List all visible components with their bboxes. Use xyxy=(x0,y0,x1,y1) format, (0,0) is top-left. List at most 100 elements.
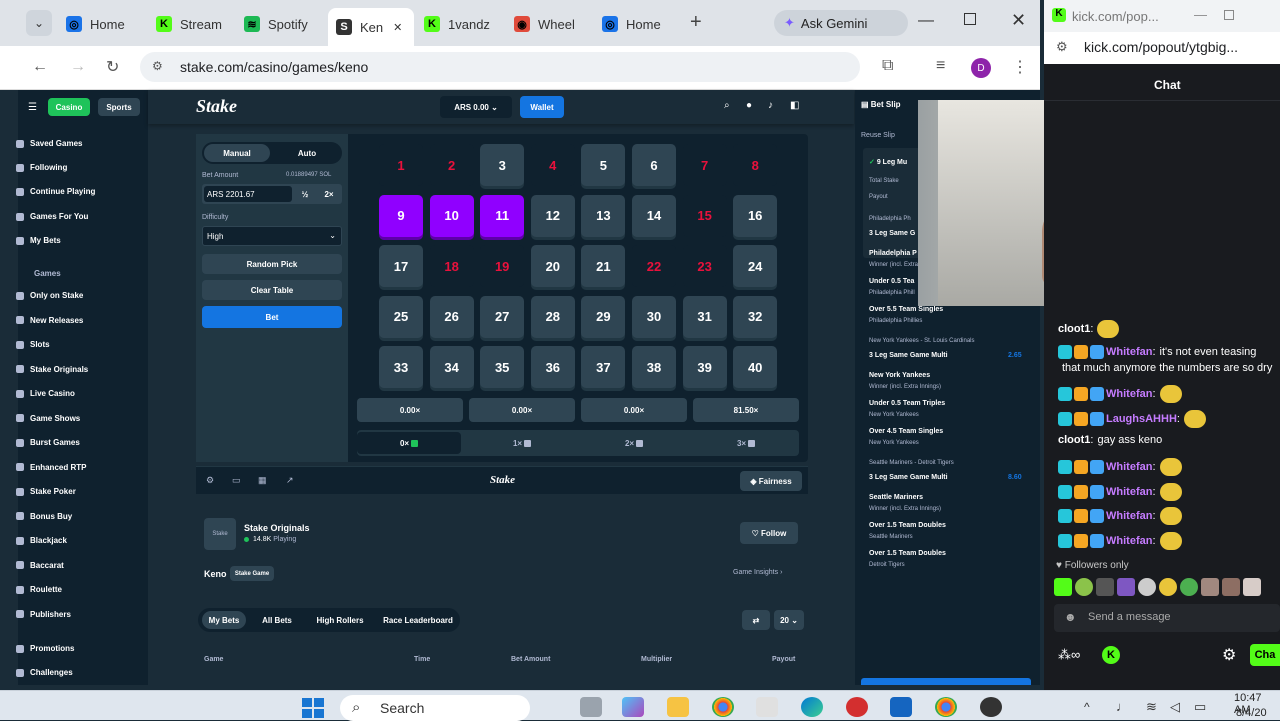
extensions-icon[interactable]: ⧉ xyxy=(882,57,893,75)
hamburger-icon[interactable]: ☰ xyxy=(28,102,37,113)
chat-settings-icon[interactable]: ⚙ xyxy=(1222,645,1236,665)
browser-tab[interactable]: ◎ Home xyxy=(596,10,680,38)
keno-cell[interactable]: 17 xyxy=(379,245,423,287)
difficulty-select[interactable]: High ⌄ xyxy=(202,226,342,246)
sidebar-item-publishers[interactable]: Publishers xyxy=(16,610,71,619)
sidebar-item-enhanced-rtp[interactable]: Enhanced RTP xyxy=(16,463,86,472)
url-field[interactable]: ⚙ stake.com/casino/games/keno xyxy=(140,52,860,82)
battery-icon[interactable]: ▭ xyxy=(1194,699,1206,715)
wallet-button[interactable]: Wallet xyxy=(520,96,564,118)
settings-icon[interactable]: ⚙ xyxy=(206,475,214,486)
keno-cell[interactable]: 37 xyxy=(581,346,626,388)
kick-site-icon[interactable]: ⚙ xyxy=(1056,39,1068,55)
popout-icon[interactable]: ↗ xyxy=(286,475,294,486)
keno-cell[interactable]: 29 xyxy=(581,295,626,338)
clear-table-button[interactable]: Clear Table xyxy=(202,280,342,300)
obs-icon[interactable] xyxy=(846,697,868,717)
keno-cell[interactable]: 6 xyxy=(632,144,676,186)
keno-cell[interactable]: 8 xyxy=(733,144,778,186)
stats-icon[interactable]: ▦ xyxy=(258,475,267,486)
close-window-button[interactable]: ✕ xyxy=(1011,10,1026,31)
theatre-icon[interactable]: ▭ xyxy=(232,475,241,486)
auto-tab[interactable]: Auto xyxy=(274,144,340,162)
bets-count-select[interactable]: 20 ⌄ xyxy=(774,610,804,630)
keno-cell[interactable]: 18 xyxy=(429,245,474,287)
keno-cell[interactable]: 32 xyxy=(733,295,778,338)
sidebar-item-continue-playing[interactable]: Continue Playing xyxy=(16,187,95,196)
sidebar-item-stake-poker[interactable]: Stake Poker xyxy=(16,487,76,496)
keno-cell[interactable]: 30 xyxy=(632,295,676,338)
media-icon[interactable]: ≡ xyxy=(936,57,945,75)
keno-cell[interactable]: 22 xyxy=(632,245,676,287)
sidebar-item-stake-originals[interactable]: Stake Originals xyxy=(16,365,88,374)
search-icon[interactable]: ⌕ xyxy=(724,100,730,111)
keno-cell[interactable]: 28 xyxy=(530,295,575,338)
bet-amount-input[interactable]: ARS 2201.67 xyxy=(204,186,292,202)
photos-icon[interactable] xyxy=(890,697,912,717)
kick-minimize-button[interactable]: — xyxy=(1194,7,1207,22)
tab-search-button[interactable]: ⌄ xyxy=(26,10,52,36)
new-tab-button[interactable]: + xyxy=(690,11,702,34)
sidebar-item-challenges[interactable]: Challenges xyxy=(16,668,73,677)
chat-username[interactable]: LaughsAHHH xyxy=(1106,413,1177,425)
sidebar-item-following[interactable]: Following xyxy=(16,163,67,172)
keno-cell[interactable]: 19 xyxy=(480,245,525,287)
keno-cell[interactable]: 13 xyxy=(581,194,626,237)
back-icon[interactable]: ← xyxy=(32,58,48,76)
chat-message-input[interactable]: Send a message xyxy=(1054,604,1280,632)
manual-tab[interactable]: Manual xyxy=(204,144,270,162)
store-icon[interactable] xyxy=(756,697,778,717)
sidebar-item-bonus-buy[interactable]: Bonus Buy xyxy=(16,512,72,521)
keno-cell[interactable]: 21 xyxy=(581,245,626,287)
keno-cell[interactable]: 9 xyxy=(379,194,423,237)
place-bet-button[interactable] xyxy=(861,678,1031,685)
keno-cell[interactable]: 40 xyxy=(733,346,778,388)
keno-cell[interactable]: 35 xyxy=(480,346,525,388)
keno-cell[interactable]: 20 xyxy=(530,245,575,287)
user-icon[interactable]: ● xyxy=(746,100,752,111)
sidebar-item-blackjack[interactable]: Blackjack xyxy=(16,536,67,545)
file-explorer-icon[interactable] xyxy=(667,697,689,717)
chrome-profile-icon[interactable] xyxy=(935,697,957,717)
microphone-icon[interactable]: ♩ xyxy=(1116,699,1129,714)
copilot-icon[interactable] xyxy=(622,697,644,717)
game-insights-link[interactable]: Game Insights › xyxy=(733,569,782,576)
start-button[interactable] xyxy=(302,698,324,718)
stake-logo[interactable]: Stake xyxy=(196,96,237,117)
reuse-slip-link[interactable]: Reuse Slip xyxy=(861,132,895,139)
forward-icon[interactable]: → xyxy=(70,58,86,76)
sidebar-item-roulette[interactable]: Roulette xyxy=(16,585,62,594)
casino-tab[interactable]: Casino xyxy=(48,98,90,116)
chat-username[interactable]: Whitefan xyxy=(1106,510,1152,522)
sidebar-item-my-bets[interactable]: My Bets xyxy=(16,236,61,245)
chat-username[interactable]: cloot1 xyxy=(1058,323,1090,335)
emote-bar[interactable] xyxy=(1054,578,1276,598)
keno-cell[interactable]: 11 xyxy=(480,194,525,237)
chat-send-button[interactable]: Cha xyxy=(1250,644,1280,666)
keno-cell[interactable]: 25 xyxy=(379,295,423,338)
ask-gemini-button[interactable]: ✦ Ask Gemini xyxy=(774,10,908,36)
filter-icon[interactable]: ⇄ xyxy=(742,610,770,630)
keno-cell[interactable]: 2 xyxy=(429,144,474,186)
fairness-button[interactable]: ◈ Fairness xyxy=(740,471,802,491)
chat-username[interactable]: Whitefan xyxy=(1106,461,1152,473)
sidebar-item-promotions[interactable]: Promotions xyxy=(16,644,74,653)
chat-username[interactable]: cloot1 xyxy=(1058,434,1090,446)
sidebar-item-new-releases[interactable]: New Releases xyxy=(16,316,83,325)
tray-chevron-icon[interactable]: ^ xyxy=(1084,700,1090,714)
sports-tab[interactable]: Sports xyxy=(98,98,140,116)
sidebar-item-live-casino[interactable]: Live Casino xyxy=(16,389,75,398)
sidebar-item-game-shows[interactable]: Game Shows xyxy=(16,414,80,423)
menu-kebab-icon[interactable]: ⋮ xyxy=(1012,57,1028,77)
chrome-icon[interactable] xyxy=(712,697,734,717)
random-pick-button[interactable]: Random Pick xyxy=(202,254,342,274)
keno-cell[interactable]: 4 xyxy=(530,144,575,186)
keno-cell[interactable]: 7 xyxy=(682,144,727,186)
clock-date[interactable]: 8/4/20 xyxy=(1236,707,1267,719)
volume-icon[interactable]: ◁ xyxy=(1170,699,1180,715)
kick-maximize-button[interactable] xyxy=(1224,10,1234,20)
keno-cell[interactable]: 1 xyxy=(379,144,423,186)
keno-cell[interactable]: 3 xyxy=(480,144,525,186)
keno-cell[interactable]: 12 xyxy=(530,194,575,237)
maximize-button[interactable] xyxy=(964,13,976,25)
